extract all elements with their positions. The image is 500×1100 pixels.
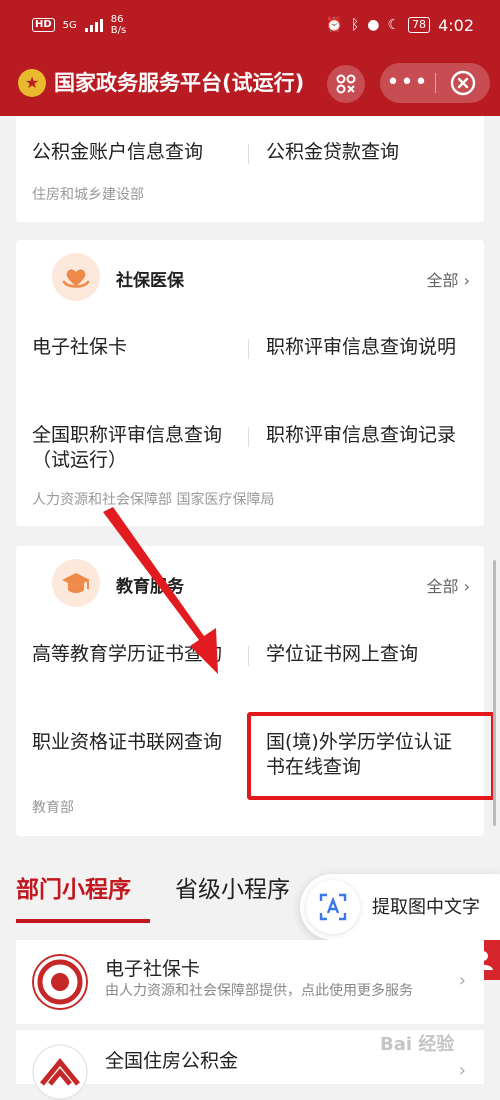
extract-text-label: 提取图中文字	[372, 897, 480, 918]
social-security-card: 社保医保 全部 › 电子社保卡 职称评审信息查询说明 全国职称评审信息查询（试运…	[16, 240, 484, 526]
service-item-higher-edu-cert[interactable]: 高等教育学历证书查询	[32, 642, 242, 667]
national-emblem-icon: ★	[18, 69, 46, 97]
service-item-vocational-cert[interactable]: 职业资格证书联网查询	[32, 730, 242, 755]
network-speed: 86 B/s	[110, 14, 127, 36]
list-item-title: 全国住房公积金	[105, 1050, 239, 1072]
list-item-description: 由人力资源和社会保障部提供，点此使用更多服务	[105, 983, 413, 999]
service-item-housing-loan[interactable]: 公积金贷款查询	[266, 140, 466, 165]
service-item-national-title-review[interactable]: 全国职称评审信息查询（试运行）	[32, 423, 242, 473]
text-recognition-icon	[306, 880, 360, 934]
chevron-right-icon: ›	[463, 577, 470, 596]
hd-badge: HD	[32, 18, 55, 32]
service-item-title-review-note[interactable]: 职称评审信息查询说明	[266, 335, 466, 360]
scan-icon	[336, 74, 356, 94]
more-button[interactable]: •••	[380, 63, 435, 103]
section-title-social: 社保医保	[116, 271, 184, 291]
department-label: 住房和城乡建设部	[32, 187, 144, 203]
bluetooth-icon: ᛒ	[350, 17, 360, 33]
tab-provincial-miniprograms[interactable]: 省级小程序	[175, 870, 290, 904]
location-icon: ●	[367, 17, 380, 33]
extract-text-button[interactable]: 提取图中文字	[300, 874, 500, 940]
highlight-box	[247, 712, 495, 800]
network-type: 5G	[62, 19, 77, 31]
housing-service-card: 公积金账户信息查询 公积金贷款查询 住房和城乡建设部	[16, 116, 484, 222]
department-label: 教育部	[32, 800, 74, 816]
service-item-social-card[interactable]: 电子社保卡	[32, 335, 242, 360]
list-item[interactable]: 电子社保卡 由人力资源和社会保障部提供，点此使用更多服务 ›	[16, 940, 484, 1024]
miniprogram-capsule: •••	[380, 63, 490, 103]
close-button[interactable]	[436, 70, 490, 96]
service-item-title-review-record[interactable]: 职称评审信息查询记录	[266, 423, 466, 448]
chevron-right-icon: ›	[458, 970, 466, 991]
baidu-jingyan-watermark: Bai 经验	[380, 1034, 455, 1055]
department-label: 人力资源和社会保障部 国家医疗保障局	[32, 492, 275, 508]
list-item-title: 电子社保卡	[105, 958, 201, 980]
graduation-cap-icon	[52, 559, 100, 607]
view-all-social-link[interactable]: 全部 ›	[426, 267, 470, 291]
app-title: 国家政务服务平台(试运行)	[54, 71, 305, 95]
battery-icon: 78	[408, 17, 431, 33]
close-circle-icon	[450, 70, 476, 96]
social-security-logo-icon	[32, 954, 88, 1010]
scrollbar[interactable]	[493, 560, 496, 826]
signal-icon	[84, 18, 103, 32]
clock: 4:02	[438, 15, 474, 35]
app-header: ★ 国家政务服务平台(试运行) •••	[0, 50, 500, 116]
service-item-degree-cert[interactable]: 学位证书网上查询	[266, 642, 466, 667]
housing-fund-logo-icon	[32, 1044, 88, 1100]
status-bar: HD 5G 86 B/s ⏰ ᛒ ● ☾ 78 4:02	[0, 0, 500, 50]
chevron-right-icon: ›	[463, 271, 470, 290]
tab-department-miniprograms[interactable]: 部门小程序	[16, 870, 131, 904]
alarm-icon: ⏰	[325, 17, 343, 33]
service-item-housing-account[interactable]: 公积金账户信息查询	[32, 140, 242, 165]
section-title-education: 教育服务	[116, 577, 184, 597]
scan-button[interactable]	[327, 65, 365, 103]
chevron-right-icon: ›	[458, 1060, 466, 1081]
social-security-icon	[52, 253, 100, 301]
tab-active-indicator	[16, 919, 150, 923]
view-all-education-link[interactable]: 全部 ›	[426, 573, 470, 597]
moon-icon: ☾	[387, 17, 401, 33]
